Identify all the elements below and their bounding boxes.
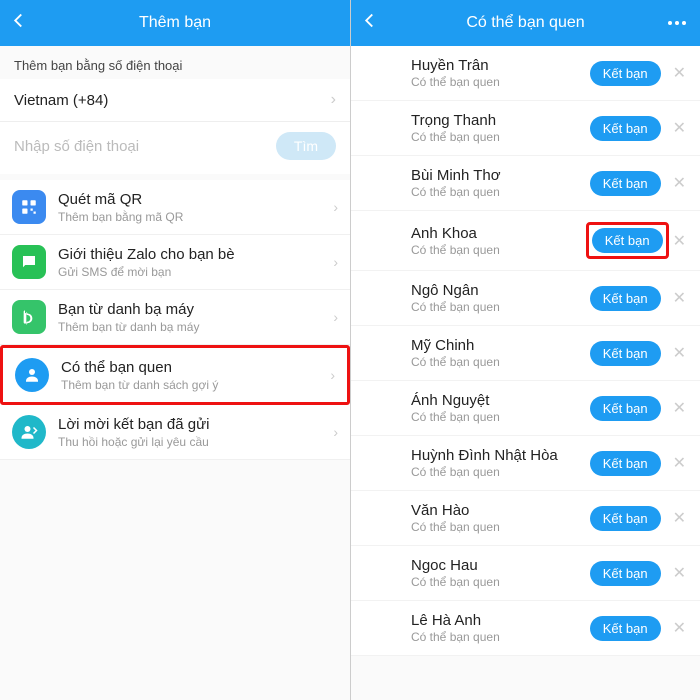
menu-item-sent-requests[interactable]: Lời mời kết bạn đã gửi Thu hồi hoặc gửi … xyxy=(0,405,350,460)
add-friend-button[interactable]: Kết bạn xyxy=(590,396,661,421)
menu-item-suggestions[interactable]: Có thể bạn quen Thêm bạn từ danh sách gợ… xyxy=(0,345,350,405)
contact-row: Văn HàoCó thể bạn quenKết bạn ✕ xyxy=(351,491,700,546)
contact-name: Anh Khoa xyxy=(411,225,586,242)
contact-sub: Có thể bạn quen xyxy=(411,130,590,144)
add-friend-button[interactable]: Kết bạn xyxy=(590,616,661,641)
contacts-list: Huyền TrânCó thể bạn quenKết bạn✕Trọng T… xyxy=(351,46,700,656)
find-button[interactable]: Tìm xyxy=(276,132,336,160)
contact-name: Trọng Thanh xyxy=(411,112,590,129)
sent-icon xyxy=(12,415,46,449)
contact-sub: Có thể bạn quen xyxy=(411,75,590,89)
dismiss-icon[interactable]: ✕ xyxy=(669,343,690,363)
header: Thêm bạn xyxy=(0,0,350,46)
contact-sub: Có thể bạn quen xyxy=(411,185,590,199)
contact-name: Mỹ Chinh xyxy=(411,337,590,354)
contact-sub: Có thể bạn quen xyxy=(411,575,590,589)
phone-input-row: Nhập số điện thoại Tìm xyxy=(0,122,350,174)
phonebook-icon xyxy=(12,300,46,334)
phone-input[interactable]: Nhập số điện thoại xyxy=(14,138,266,155)
add-friend-button[interactable]: Kết bạn xyxy=(592,228,663,253)
country-selector[interactable]: Vietnam (+84) › xyxy=(0,79,350,122)
contact-row: Ánh NguyệtCó thể bạn quenKết bạn ✕ xyxy=(351,381,700,436)
contact-name: Bùi Minh Thơ xyxy=(411,167,590,184)
add-friend-button[interactable]: Kết bạn xyxy=(590,506,661,531)
menu-sub: Thêm bạn từ danh sách gợi ý xyxy=(61,378,218,392)
contact-row: Mỹ ChinhCó thể bạn quenKết bạn ✕ xyxy=(351,326,700,381)
add-friend-button[interactable]: Kết bạn xyxy=(590,61,661,86)
chevron-right-icon: › xyxy=(331,91,336,109)
country-label: Vietnam (+84) xyxy=(14,92,108,109)
dismiss-icon[interactable]: ✕ xyxy=(669,63,690,83)
chevron-right-icon: › xyxy=(333,199,338,215)
menu-title: Giới thiệu Zalo cho bạn bè xyxy=(58,246,235,263)
chevron-right-icon: › xyxy=(330,367,335,383)
contact-row: Trọng ThanhCó thể bạn quenKết bạn ✕ xyxy=(351,101,700,156)
add-friend-button[interactable]: Kết bạn xyxy=(590,286,661,311)
menu-item-invite[interactable]: Giới thiệu Zalo cho bạn bè Gửi SMS để mờ… xyxy=(0,235,350,290)
contact-name: Huyền Trân xyxy=(411,57,590,74)
sms-icon xyxy=(12,245,46,279)
contact-name: Ngoc Hau xyxy=(411,557,590,574)
contact-row: Huỳnh Đình Nhật HòaCó thể bạn quenKết bạ… xyxy=(351,436,700,491)
dismiss-icon[interactable]: ✕ xyxy=(669,563,690,583)
dismiss-icon[interactable]: ✕ xyxy=(669,231,690,251)
menu-title: Bạn từ danh bạ máy xyxy=(58,301,199,318)
contact-sub: Có thể bạn quen xyxy=(411,300,590,314)
contact-name: Ngô Ngân xyxy=(411,282,590,299)
contact-row: Anh KhoaCó thể bạn quen Kết bạn ✕ xyxy=(351,211,700,271)
contact-row: Ngô NgânCó thể bạn quenKết bạn ✕ xyxy=(351,271,700,326)
contact-sub: Có thể bạn quen xyxy=(411,243,586,257)
add-friend-screen: Thêm bạn Thêm bạn bằng số điện thoại Vie… xyxy=(0,0,350,700)
menu-sub: Thêm bạn từ danh bạ máy xyxy=(58,320,199,334)
back-icon[interactable] xyxy=(10,12,28,35)
menu-item-qr[interactable]: Quét mã QR Thêm bạn bằng mã QR › xyxy=(0,180,350,235)
menu-title: Lời mời kết bạn đã gửi xyxy=(58,416,209,433)
contact-sub: Có thể bạn quen xyxy=(411,630,590,644)
add-friend-button[interactable]: Kết bạn xyxy=(590,341,661,366)
contact-row: Ngoc HauCó thể bạn quenKết bạn ✕ xyxy=(351,546,700,601)
chevron-right-icon: › xyxy=(333,309,338,325)
contact-name: Ánh Nguyệt xyxy=(411,392,590,409)
back-icon[interactable] xyxy=(361,12,379,35)
add-friend-button[interactable]: Kết bạn xyxy=(590,116,661,141)
dismiss-icon[interactable]: ✕ xyxy=(669,118,690,138)
contact-row: Bùi Minh ThơCó thể bạn quenKết bạn ✕ xyxy=(351,156,700,211)
contact-row: Huyền TrânCó thể bạn quenKết bạn ✕ xyxy=(351,46,700,101)
dismiss-icon[interactable]: ✕ xyxy=(669,508,690,528)
menu-sub: Thu hồi hoặc gửi lại yêu cầu xyxy=(58,435,209,449)
more-icon[interactable] xyxy=(668,21,686,25)
contact-row: Lê Hà AnhCó thể bạn quenKết bạn ✕ xyxy=(351,601,700,656)
menu-sub: Gửi SMS để mời bạn xyxy=(58,265,235,279)
dismiss-icon[interactable]: ✕ xyxy=(669,618,690,638)
contact-name: Lê Hà Anh xyxy=(411,612,590,629)
qr-icon xyxy=(12,190,46,224)
menu-sub: Thêm bạn bằng mã QR xyxy=(58,210,183,224)
contact-sub: Có thể bạn quen xyxy=(411,410,590,424)
add-friend-button[interactable]: Kết bạn xyxy=(590,451,661,476)
header-title: Thêm bạn xyxy=(139,14,211,32)
contact-sub: Có thể bạn quen xyxy=(411,520,590,534)
contact-sub: Có thể bạn quen xyxy=(411,355,590,369)
header: Có thể bạn quen xyxy=(351,0,700,46)
dismiss-icon[interactable]: ✕ xyxy=(669,173,690,193)
dismiss-icon[interactable]: ✕ xyxy=(669,398,690,418)
menu-title: Có thể bạn quen xyxy=(61,359,218,376)
section-label: Thêm bạn bằng số điện thoại xyxy=(0,46,350,79)
add-friend-button[interactable]: Kết bạn xyxy=(590,171,661,196)
suggestions-screen: Có thể bạn quen Huyền TrânCó thể bạn que… xyxy=(350,0,700,700)
dismiss-icon[interactable]: ✕ xyxy=(669,453,690,473)
menu-item-contacts[interactable]: Bạn từ danh bạ máy Thêm bạn từ danh bạ m… xyxy=(0,290,350,345)
dismiss-icon[interactable]: ✕ xyxy=(669,288,690,308)
menu-list: Quét mã QR Thêm bạn bằng mã QR › Giới th… xyxy=(0,180,350,460)
add-friend-button[interactable]: Kết bạn xyxy=(590,561,661,586)
menu-title: Quét mã QR xyxy=(58,191,183,208)
contact-name: Huỳnh Đình Nhật Hòa xyxy=(411,447,590,464)
contact-sub: Có thể bạn quen xyxy=(411,465,590,479)
contact-name: Văn Hào xyxy=(411,502,590,519)
chevron-right-icon: › xyxy=(333,424,338,440)
header-title: Có thể bạn quen xyxy=(466,14,584,32)
person-icon xyxy=(15,358,49,392)
chevron-right-icon: › xyxy=(333,254,338,270)
